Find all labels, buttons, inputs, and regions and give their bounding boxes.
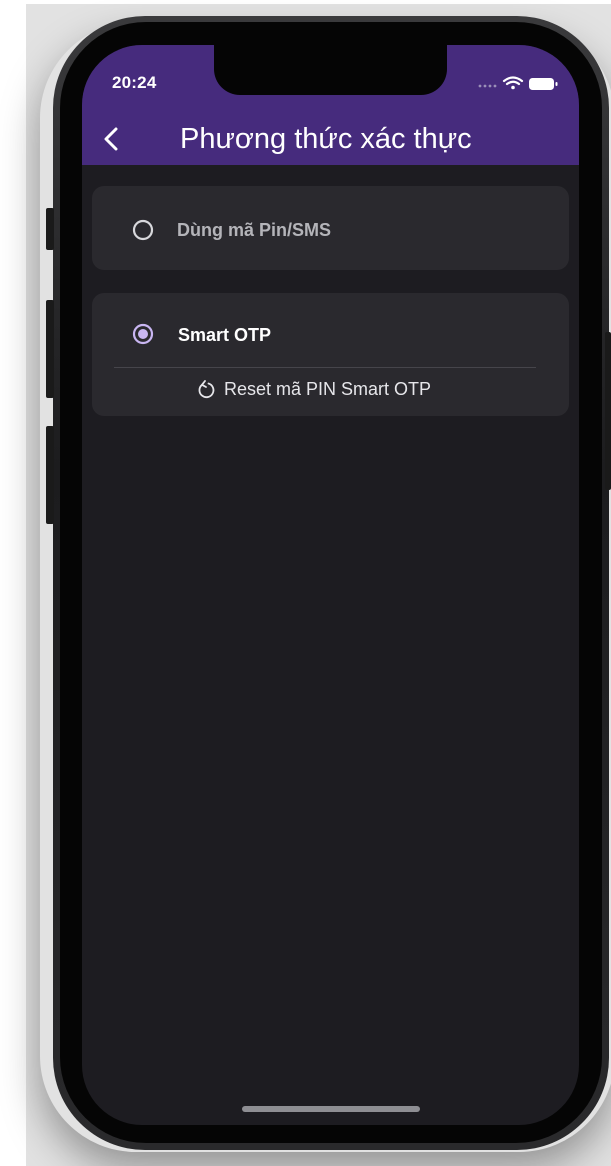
app-header: 20:24 Phương thức xác thực (82, 45, 579, 165)
radio-selected-icon[interactable] (132, 323, 154, 345)
option-card-smart-otp[interactable]: Smart OTP Reset mã PIN Smart OTP (92, 293, 569, 416)
option-label-smart-otp: Smart OTP (178, 325, 272, 345)
mute-switch (46, 208, 54, 250)
signal-dots-icon (478, 84, 497, 88)
status-icons (478, 75, 568, 91)
battery-icon (529, 78, 558, 90)
camera-notch (214, 45, 447, 95)
reset-pin-label: Reset mã PIN Smart OTP (224, 379, 432, 399)
page-title: Phương thức xác thực (180, 123, 472, 155)
power-button (605, 332, 611, 490)
status-time: 20:24 (112, 73, 157, 92)
back-button[interactable] (98, 123, 126, 155)
chevron-left-icon (104, 127, 118, 151)
refresh-icon (198, 379, 215, 398)
option-label-pin-sms: Dùng mã Pin/SMS (177, 220, 332, 240)
volume-up-button (46, 300, 54, 398)
divider (114, 367, 536, 368)
radio-unselected-icon[interactable] (132, 219, 154, 241)
reset-pin-button[interactable]: Reset mã PIN Smart OTP (196, 379, 431, 400)
volume-down-button (46, 426, 54, 524)
app-screen: 20:24 Phương thức xác thực Dùng mã Pin/S… (82, 45, 579, 1125)
wifi-icon (502, 76, 524, 90)
home-indicator[interactable] (242, 1106, 420, 1112)
option-card-pin-sms[interactable]: Dùng mã Pin/SMS (92, 186, 569, 270)
